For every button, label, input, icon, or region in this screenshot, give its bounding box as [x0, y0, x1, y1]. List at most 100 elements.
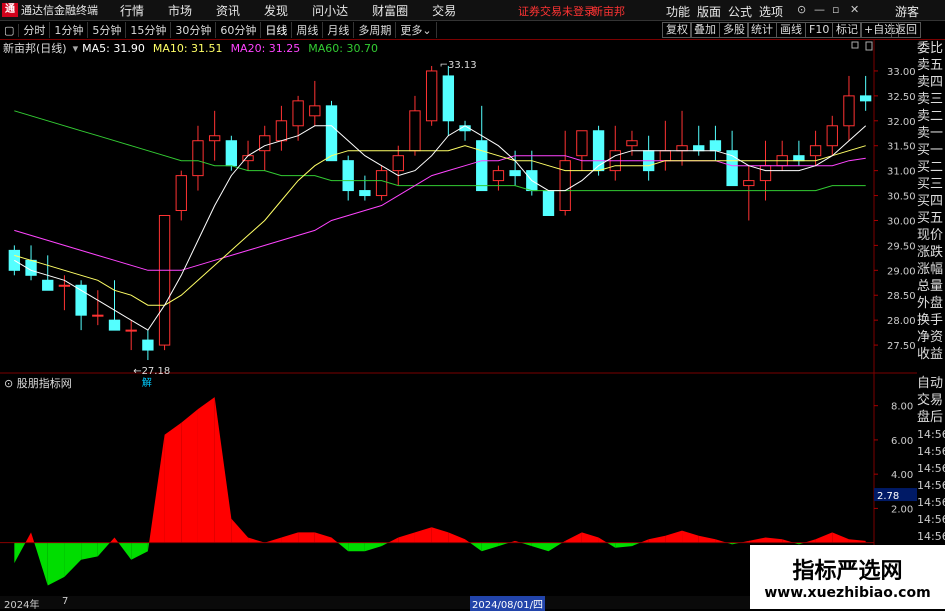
indicator-area-positive: [314, 532, 332, 543]
indicator-area-positive: [264, 537, 282, 543]
candle-down: [693, 145, 705, 152]
menu-item-quotes[interactable]: 行情: [120, 2, 144, 19]
candle-up: [175, 175, 187, 212]
indicator-area-positive: [748, 537, 766, 543]
price-tick-label: 30.00: [887, 216, 916, 227]
quote-label: 涨跌: [917, 245, 944, 260]
indicator-area-positive: [565, 532, 582, 543]
menu-item-formula[interactable]: 公式: [728, 3, 752, 20]
indicator-area-negative: [469, 542, 482, 552]
indicator-area-negative: [14, 542, 26, 564]
period-tab-intraday[interactable]: 分时: [19, 22, 51, 38]
tick-time: 14:56: [917, 428, 945, 441]
period-tab-weekly[interactable]: 周线: [292, 22, 324, 38]
indicator-area-positive: [581, 532, 599, 543]
account-icon[interactable]: ⊙: [797, 3, 806, 16]
candle-down: [225, 140, 238, 167]
candle-up: [425, 70, 438, 122]
multi-stock-button[interactable]: 多股: [719, 22, 749, 38]
menu-item-layout[interactable]: 版面: [697, 3, 721, 20]
period-tab-60min[interactable]: 60分钟: [216, 22, 262, 38]
indicator-settings-icon[interactable]: ⊙: [4, 377, 13, 390]
menu-item-options[interactable]: 选项: [759, 3, 783, 20]
toolbar-collapse-icon[interactable]: ▢: [0, 23, 20, 37]
app-logo-icon: 通: [2, 3, 18, 17]
indicator-area-positive: [331, 537, 338, 543]
indicator-area-positive: [214, 397, 232, 543]
indicator-area-positive: [431, 527, 449, 543]
candle-up: [125, 329, 137, 332]
candle-down: [108, 319, 121, 331]
candle-down: [709, 140, 722, 152]
candle-down: [359, 190, 371, 197]
ma-settings-icon[interactable]: ▾: [73, 42, 79, 55]
candle-up: [259, 135, 271, 152]
price-tick-label: 28.00: [887, 316, 916, 327]
overlay-button[interactable]: 叠加: [690, 22, 720, 38]
menu-item-market[interactable]: 市场: [168, 2, 192, 19]
mark-button[interactable]: 标记: [832, 22, 862, 38]
price-tick-label: 30.50: [887, 192, 916, 203]
candle-up: [809, 145, 822, 157]
menu-item-discover[interactable]: 发现: [264, 2, 288, 19]
period-tab-monthly[interactable]: 月线: [323, 22, 355, 38]
menu-item-function[interactable]: 功能: [666, 3, 690, 20]
stats-button[interactable]: 统计: [747, 22, 777, 38]
menu-item-wealth[interactable]: 财富圈: [372, 2, 408, 19]
quote-label: 收益: [917, 347, 944, 362]
indicator-area-positive: [832, 532, 849, 543]
f10-button[interactable]: F10: [805, 22, 834, 38]
period-tab-daily[interactable]: 日线: [261, 22, 293, 38]
candle-up: [275, 120, 288, 142]
candle-up: [759, 165, 772, 182]
quote-label: 卖三: [917, 92, 944, 107]
candle-down: [476, 140, 488, 192]
indicator-area-positive: [848, 539, 866, 543]
indicator-area-positive: [598, 537, 607, 543]
indicator-area-negative: [34, 542, 48, 586]
period-tab-multi[interactable]: 多周期: [354, 22, 397, 38]
candle-down: [325, 105, 338, 162]
indicator-area-negative: [531, 542, 549, 552]
quote-label: 总量: [917, 279, 944, 294]
ma5-line: [14, 125, 867, 331]
indicator-area-negative: [615, 542, 632, 548]
ma10-label: MA10: 31.51: [152, 41, 223, 55]
quote-label: 买三: [917, 177, 944, 192]
indicator-area-positive: [164, 422, 182, 543]
menu-item-news[interactable]: 资讯: [216, 2, 240, 19]
kline-chart[interactable]: 33.00 32.50 32.00 31.50 31.00 30.50 30.00 29.50…: [0, 40, 917, 596]
login-status[interactable]: 证券交易未登录: [518, 3, 595, 19]
quote-label: 净资: [917, 330, 944, 345]
indicator-area-positive: [648, 535, 666, 543]
menu-item-trade[interactable]: 交易: [432, 2, 456, 19]
period-tab-1min[interactable]: 1分钟: [50, 22, 89, 38]
indicator-area-negative: [131, 542, 148, 560]
price-tick-label: 33.00: [887, 67, 916, 78]
tick-time: 14:56: [917, 445, 945, 458]
candle-down: [859, 95, 872, 102]
indicator-title: 股朋指标网: [16, 377, 72, 390]
quote-label: 卖四: [917, 75, 944, 90]
menu-item-ask[interactable]: 问小达: [312, 2, 348, 19]
back-button[interactable]: 返回: [891, 22, 921, 38]
indicator-area-positive: [665, 530, 683, 543]
draw-line-button[interactable]: 画线: [776, 22, 806, 38]
period-tab-15min[interactable]: 15分钟: [126, 22, 172, 38]
watermark-title: 指标严选网: [792, 559, 903, 584]
indicator-area-positive: [448, 532, 466, 543]
candle-down: [509, 170, 521, 177]
minimize-icon[interactable]: —: [814, 3, 825, 16]
period-tab-5min[interactable]: 5分钟: [88, 22, 127, 38]
indicator-tick-label: 4.00: [891, 470, 913, 481]
period-tab-30min[interactable]: 30分钟: [171, 22, 217, 38]
close-icon[interactable]: ✕: [850, 3, 859, 16]
chevron-down-icon: ⌄: [422, 24, 432, 37]
indicator-area-positive: [465, 539, 470, 543]
date-month: 7: [62, 596, 69, 607]
adjust-button[interactable]: 复权: [662, 22, 692, 38]
indicator-area-positive: [25, 532, 32, 543]
user-label[interactable]: 游客: [895, 3, 919, 20]
period-tab-more[interactable]: 更多⌄: [396, 22, 437, 38]
maximize-icon[interactable]: ▫: [832, 3, 839, 16]
